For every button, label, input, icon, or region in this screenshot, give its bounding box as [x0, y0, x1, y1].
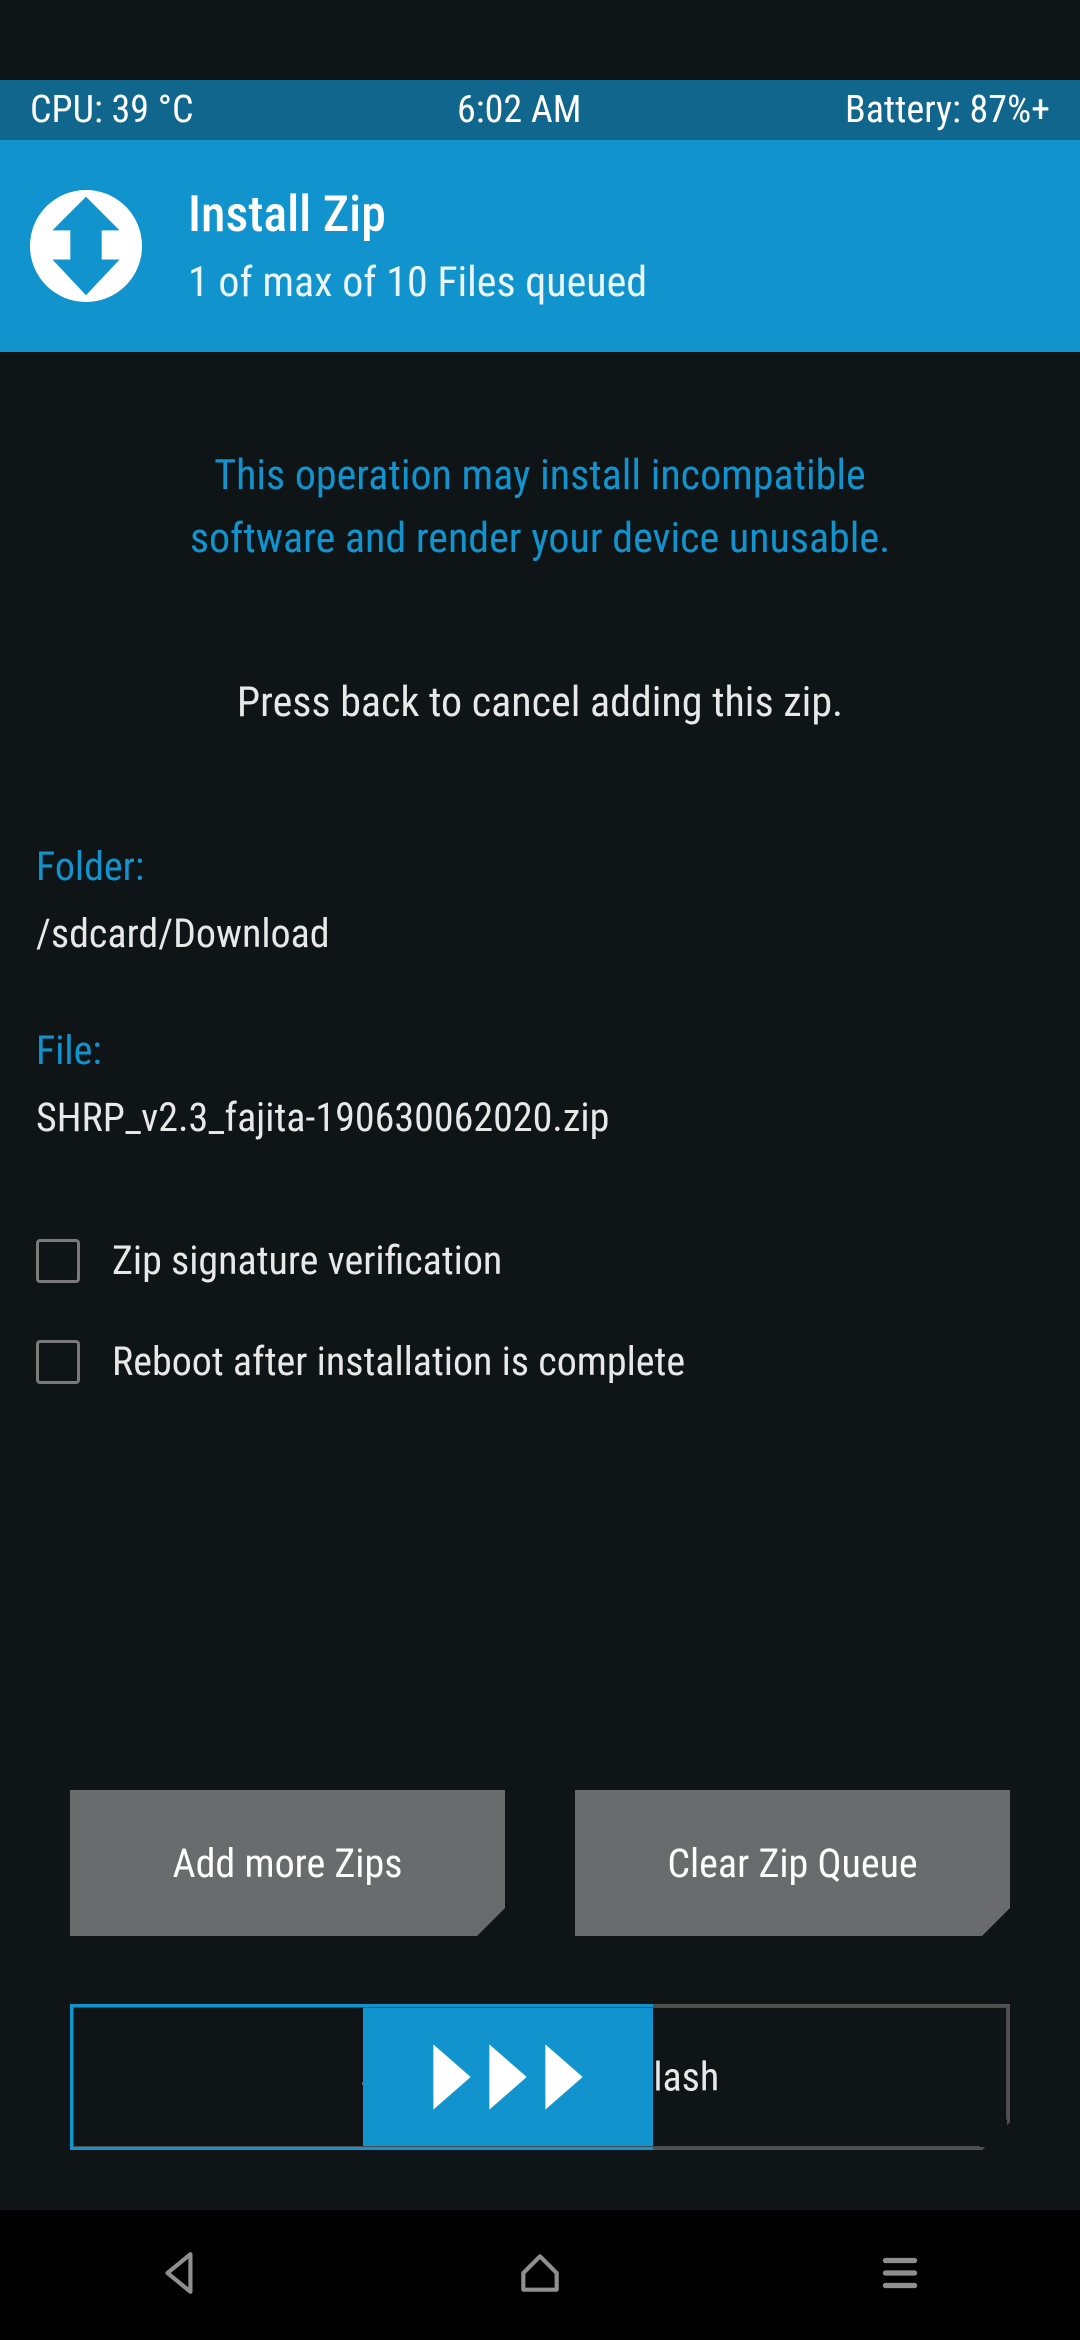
folder-label: Folder:	[36, 843, 1044, 890]
title-text: Install Zip 1 of max of 10 Files queued	[188, 186, 647, 307]
top-gap	[0, 0, 1080, 80]
twrp-logo-icon	[30, 190, 142, 302]
zip-verify-checkbox[interactable]	[36, 1239, 80, 1283]
status-bar: CPU: 39 °C 6:02 AM Battery: 87%+	[0, 80, 1080, 140]
page-title: Install Zip	[188, 186, 647, 244]
swipe-handle[interactable]	[363, 2004, 653, 2150]
warning-line1: This operation may install incompatible	[214, 451, 865, 500]
chevron-right-icon	[537, 2042, 591, 2112]
clear-zip-queue-label: Clear Zip Queue	[667, 1840, 917, 1887]
add-more-zips-button[interactable]: Add more Zips	[70, 1790, 505, 1936]
clear-zip-queue-button[interactable]: Clear Zip Queue	[575, 1790, 1010, 1936]
menu-icon	[875, 2248, 925, 2298]
folder-block: Folder: /sdcard/Download	[36, 843, 1044, 957]
content-area: This operation may install incompatible …	[0, 352, 1080, 2210]
file-block: File: SHRP_v2.3_fajita-190630062020.zip	[36, 1027, 1044, 1141]
zip-verify-checkbox-row[interactable]: Zip signature verification	[36, 1237, 1044, 1284]
home-icon	[515, 2248, 565, 2298]
nav-back-button[interactable]	[155, 2248, 205, 2302]
nav-bar	[0, 2210, 1080, 2340]
warning-text: This operation may install incompatible …	[36, 444, 1044, 570]
nav-menu-button[interactable]	[875, 2248, 925, 2302]
warning-line2: software and render your device unusable…	[190, 514, 890, 563]
reboot-after-checkbox-row[interactable]: Reboot after installation is complete	[36, 1338, 1044, 1385]
nav-home-button[interactable]	[515, 2248, 565, 2302]
title-bar: Install Zip 1 of max of 10 Files queued	[0, 140, 1080, 352]
instruction-text: Press back to cancel adding this zip.	[36, 678, 1044, 727]
page-subtitle: 1 of max of 10 Files queued	[188, 258, 647, 307]
file-value: SHRP_v2.3_fajita-190630062020.zip	[36, 1094, 1044, 1141]
reboot-after-checkbox[interactable]	[36, 1340, 80, 1384]
battery-status: Battery: 87%+	[845, 88, 1050, 132]
folder-value: /sdcard/Download	[36, 910, 1044, 957]
chevron-right-icon	[425, 2042, 479, 2112]
add-more-zips-label: Add more Zips	[173, 1840, 403, 1887]
file-label: File:	[36, 1027, 1044, 1074]
zip-verify-label: Zip signature verification	[112, 1237, 502, 1284]
button-row: Add more Zips Clear Zip Queue	[36, 1790, 1044, 1936]
back-icon	[155, 2248, 205, 2298]
spacer	[36, 1385, 1044, 1790]
chevron-right-icon	[481, 2042, 535, 2112]
reboot-after-label: Reboot after installation is complete	[112, 1338, 685, 1385]
swipe-to-confirm[interactable]: Swipe to confirm Flash	[70, 2004, 1010, 2150]
cpu-temp: CPU: 39 °C	[30, 88, 194, 132]
clock: 6:02 AM	[457, 88, 581, 132]
